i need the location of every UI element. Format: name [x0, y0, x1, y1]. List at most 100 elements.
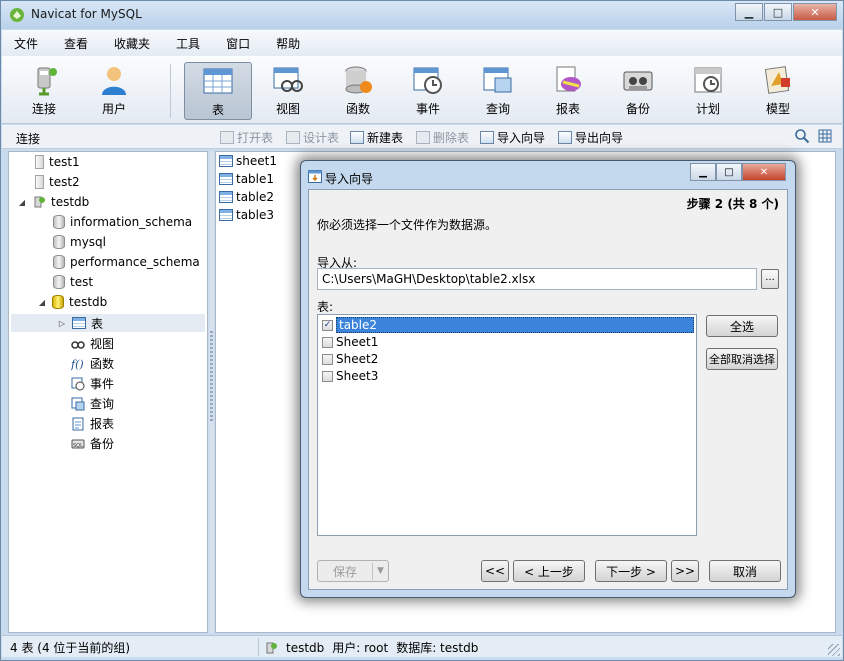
- import-wizard-label: 导入向导: [497, 131, 546, 145]
- events-icon: [71, 377, 85, 390]
- table-item-table3[interactable]: table3: [219, 208, 274, 222]
- export-wizard-button[interactable]: 导出向导: [558, 129, 623, 146]
- tree-label: testdb: [69, 295, 108, 309]
- tree-item-testdb-connection[interactable]: ◢ testdb: [17, 195, 89, 209]
- table-item-table1[interactable]: table1: [219, 172, 274, 186]
- query-icon: [483, 67, 512, 93]
- table2-checkbox[interactable]: ✓: [322, 319, 333, 331]
- event-icon: [413, 67, 442, 94]
- deselect-all-button[interactable]: 全部取消选择: [706, 348, 778, 370]
- save-dropdown-arrow-icon[interactable]: ▼: [373, 566, 388, 576]
- table-item-table2[interactable]: table2: [219, 190, 274, 204]
- list-item-table2[interactable]: ✓ table2: [320, 317, 694, 333]
- first-step-button[interactable]: <<: [481, 560, 509, 582]
- tree-item-reports[interactable]: 报表: [71, 415, 114, 432]
- tree-item-mysql[interactable]: mysql: [53, 235, 106, 249]
- schedule-icon: [694, 67, 722, 93]
- select-all-button[interactable]: 全选: [706, 315, 778, 337]
- toolbar-model-button[interactable]: 模型: [744, 62, 812, 120]
- menu-view[interactable]: 查看: [64, 35, 101, 52]
- status-divider: [258, 638, 259, 656]
- new-table-label: 新建表: [367, 131, 404, 145]
- list-item-sheet3[interactable]: Sheet3: [320, 368, 694, 384]
- cancel-button[interactable]: 取消: [709, 560, 781, 582]
- tree-item-events[interactable]: 事件: [71, 375, 114, 392]
- dialog-maximize-button[interactable]: □: [716, 163, 742, 181]
- toolbar-backup-button[interactable]: 备份: [604, 62, 672, 120]
- delete-table-button[interactable]: 删除表: [416, 129, 469, 146]
- next-step-button[interactable]: 下一步 >: [595, 560, 667, 582]
- sheet1-checkbox[interactable]: [322, 336, 333, 348]
- design-table-button[interactable]: 设计表: [286, 129, 339, 146]
- menu-window[interactable]: 窗口: [226, 35, 263, 52]
- toolbar-query-button[interactable]: 查询: [464, 62, 532, 120]
- view-icon: [273, 67, 303, 92]
- import-wizard-button[interactable]: 导入向导: [480, 129, 545, 146]
- collapse-arrow-icon[interactable]: ◢: [37, 298, 47, 307]
- toolbar-schedule-button[interactable]: 计划: [674, 62, 742, 120]
- last-step-button[interactable]: >>: [671, 560, 699, 582]
- source-tables-list: ✓ table2 Sheet1 Sheet2 Sheet3: [317, 314, 697, 536]
- tree-item-test2[interactable]: test2: [35, 175, 80, 189]
- menu-file[interactable]: 文件: [14, 35, 51, 52]
- close-button[interactable]: ✕: [793, 3, 837, 21]
- tree-item-backups[interactable]: SQL 备份: [71, 435, 114, 452]
- object-toolbar: 连接 打开表 设计表 新建表 删除表 导入向导 导出向导: [2, 125, 842, 149]
- tree-item-tables[interactable]: ▷ 表: [11, 314, 205, 332]
- resize-grip[interactable]: [828, 644, 840, 656]
- tree-label: 报表: [90, 417, 115, 431]
- views-icon: [71, 340, 85, 349]
- toolbar-user-button[interactable]: 用户: [80, 62, 148, 120]
- toolbar-table-label: 表: [211, 103, 224, 117]
- search-icon[interactable]: [794, 128, 810, 144]
- status-user: 用户: root: [332, 641, 389, 655]
- browse-file-button[interactable]: ...: [761, 269, 779, 289]
- tree-item-functions[interactable]: f() 函数: [71, 355, 114, 372]
- toolbar-function-button[interactable]: 函数: [324, 62, 392, 120]
- menu-favorites[interactable]: 收藏夹: [114, 35, 163, 52]
- toolbar-report-button[interactable]: 报表: [534, 62, 602, 120]
- sheet3-checkbox[interactable]: [322, 370, 333, 382]
- toolbar-event-label: 事件: [415, 102, 440, 116]
- export-wizard-label: 导出向导: [575, 131, 624, 145]
- tree-item-performance-schema[interactable]: performance_schema: [53, 255, 200, 269]
- tree-item-queries[interactable]: 查询: [71, 395, 114, 412]
- pane-splitter[interactable]: [209, 151, 214, 633]
- svg-text:f(): f(): [71, 358, 84, 371]
- collapse-arrow-icon[interactable]: ◢: [17, 198, 27, 207]
- list-item-label: Sheet3: [336, 369, 379, 383]
- toolbar-event-button[interactable]: 事件: [394, 62, 462, 120]
- dialog-minimize-button[interactable]: ▁: [690, 163, 716, 181]
- tree-item-information-schema[interactable]: information_schema: [53, 215, 192, 229]
- tree-item-testdb-database[interactable]: ◢ testdb: [37, 295, 107, 309]
- new-table-button[interactable]: 新建表: [350, 129, 403, 146]
- dialog-close-button[interactable]: ✕: [742, 163, 786, 181]
- tables-label: 表:: [317, 300, 334, 314]
- minimize-button[interactable]: ▁: [735, 3, 763, 21]
- tree-item-test[interactable]: test: [53, 275, 93, 289]
- previous-step-button[interactable]: < 上一步: [513, 560, 585, 582]
- tree-item-test1[interactable]: test1: [35, 155, 80, 169]
- expand-arrow-icon[interactable]: ▷: [57, 319, 67, 328]
- toolbar-view-button[interactable]: 视图: [254, 62, 322, 120]
- list-item-sheet1[interactable]: Sheet1: [320, 334, 694, 350]
- maximize-button[interactable]: □: [764, 3, 792, 21]
- toolbar-table-button[interactable]: 表: [184, 62, 252, 120]
- toolbar-connect-button[interactable]: 连接: [10, 62, 78, 120]
- sheet2-checkbox[interactable]: [322, 353, 333, 365]
- menu-help[interactable]: 帮助: [276, 35, 313, 52]
- open-table-button[interactable]: 打开表: [220, 129, 273, 146]
- toolbar-user-label: 用户: [101, 102, 126, 116]
- function-icon: [345, 66, 372, 94]
- list-view-icon[interactable]: [818, 129, 832, 143]
- menu-tools[interactable]: 工具: [176, 35, 213, 52]
- list-item-sheet2[interactable]: Sheet2: [320, 351, 694, 367]
- backup-icon: [623, 71, 653, 91]
- save-profile-button[interactable]: 保存 ▼: [317, 560, 389, 582]
- tree-item-views[interactable]: 视图: [71, 335, 114, 352]
- table-item-sheet1[interactable]: sheet1: [219, 154, 277, 168]
- status-bar: 4 表 (4 位于当前的组) testdb 用户: root 数据库: test…: [2, 635, 842, 657]
- source-file-path-input[interactable]: [317, 268, 757, 290]
- status-connection-info: testdb 用户: root 数据库: testdb: [264, 639, 478, 656]
- splitter-grip[interactable]: [210, 331, 213, 423]
